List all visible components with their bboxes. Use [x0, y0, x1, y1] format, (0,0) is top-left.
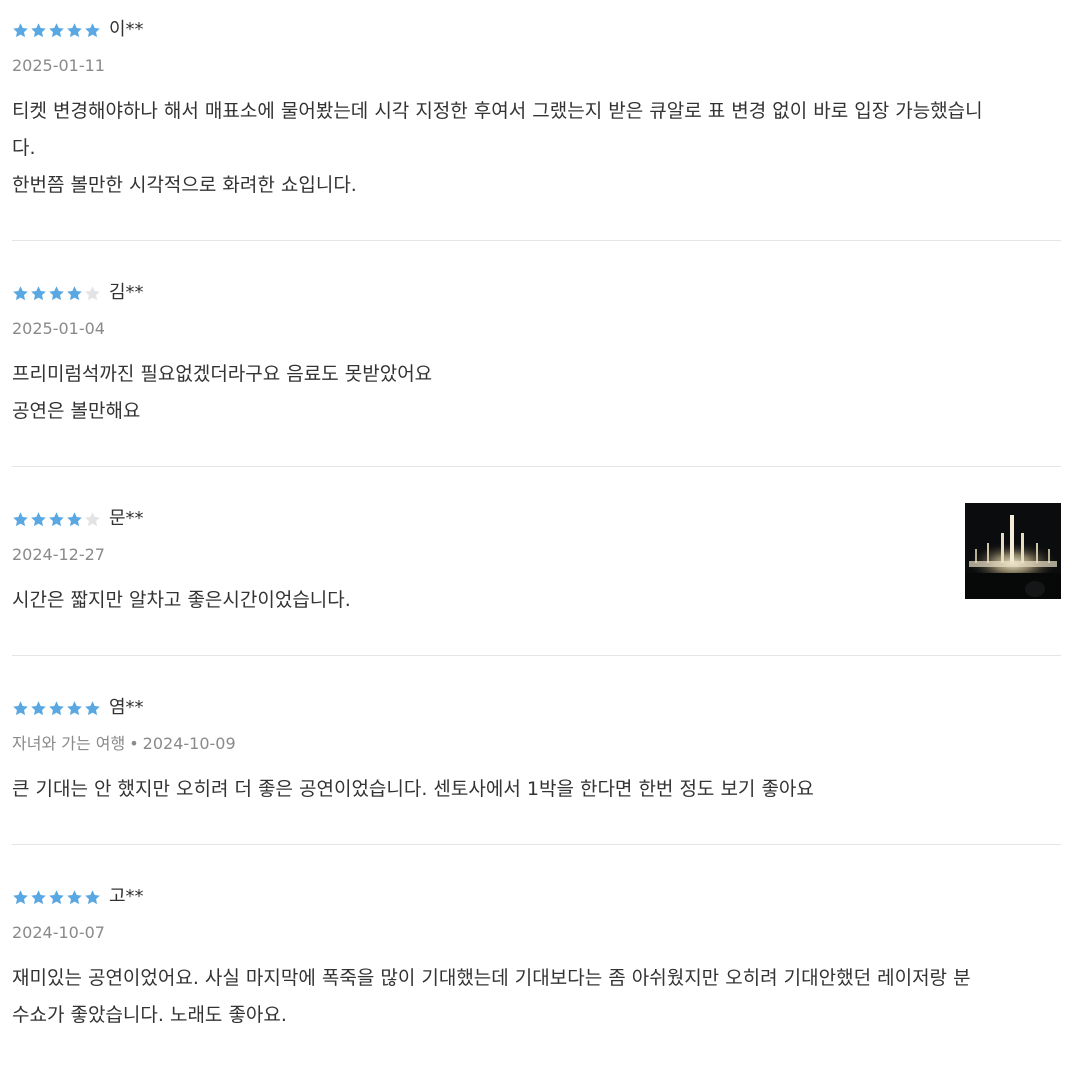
- star-rating: [12, 285, 101, 302]
- review-text-line: 수쇼가 좋았습니다. 노래도 좋아요.: [12, 1004, 287, 1026]
- review-item: 이** 2025-01-11 티켓 변경해야하나 해서 매표소에 물어봤는데 시…: [12, 0, 1061, 241]
- review-item: 고** 2024-10-07 재미있는 공연이었어요. 사실 마지막에 폭죽을 …: [12, 845, 1061, 1054]
- star-filled-icon: [13, 700, 28, 715]
- star-filled-icon: [13, 285, 28, 300]
- star-filled-icon: [85, 22, 100, 37]
- review-text-line: 다.: [12, 137, 36, 159]
- star-filled-icon: [67, 285, 82, 300]
- reviewer-name: 김**: [109, 282, 144, 303]
- star-filled-icon: [31, 700, 46, 715]
- star-filled-icon: [31, 285, 46, 300]
- star-filled-icon: [49, 700, 64, 715]
- review-item: 문** 2024-12-27 시간은 짧지만 알차고 좋은시간이었습니다.: [12, 467, 1061, 656]
- review-meta: 2025-01-11: [12, 56, 1061, 76]
- star-filled-icon: [85, 700, 100, 715]
- review-text-line: 한번쯤 볼만한 시각적으로 화려한 쇼입니다.: [12, 174, 357, 196]
- review-date: 2025-01-11: [12, 56, 105, 75]
- fountain-show-photo: [965, 503, 1061, 599]
- review-text-line: 큰 기대는 안 했지만 오히려 더 좋은 공연이었습니다. 센토사에서 1박을 …: [12, 778, 814, 800]
- star-filled-icon: [13, 22, 28, 37]
- reviewer-name: 이**: [109, 19, 144, 40]
- review-meta: 2024-12-27: [12, 545, 1061, 565]
- star-rating: [12, 889, 101, 906]
- review-date: 2024-10-07: [12, 923, 105, 942]
- review-meta: 2025-01-04: [12, 319, 1061, 339]
- star-filled-icon: [31, 22, 46, 37]
- review-text: 큰 기대는 안 했지만 오히려 더 좋은 공연이었습니다. 센토사에서 1박을 …: [12, 771, 1061, 808]
- review-header: 문**: [12, 508, 1061, 530]
- review-meta: 2024-10-07: [12, 923, 1061, 943]
- star-filled-icon: [49, 22, 64, 37]
- review-photo-thumbnail[interactable]: [965, 503, 1061, 599]
- review-item: 염** 자녀와 가는 여행 • 2024-10-09 큰 기대는 안 했지만 오히려…: [12, 656, 1061, 845]
- star-filled-icon: [49, 285, 64, 300]
- review-text: 티켓 변경해야하나 해서 매표소에 물어봤는데 시각 지정한 후여서 그랬는지 …: [12, 93, 1061, 204]
- review-header: 이**: [12, 19, 1061, 41]
- star-filled-icon: [13, 889, 28, 904]
- star-rating: [12, 22, 101, 39]
- reviewer-name: 염**: [109, 697, 144, 718]
- review-date: 2024-12-27: [12, 545, 105, 564]
- review-meta: 자녀와 가는 여행 • 2024-10-09: [12, 734, 1061, 754]
- star-filled-icon: [31, 889, 46, 904]
- star-filled-icon: [31, 511, 46, 526]
- star-filled-icon: [85, 889, 100, 904]
- review-text: 시간은 짧지만 알차고 좋은시간이었습니다.: [12, 582, 1061, 619]
- review-date: 2025-01-04: [12, 319, 105, 338]
- star-filled-icon: [49, 511, 64, 526]
- review-text-line: 티켓 변경해야하나 해서 매표소에 물어봤는데 시각 지정한 후여서 그랬는지 …: [12, 100, 983, 122]
- star-filled-icon: [67, 22, 82, 37]
- review-text-line: 시간은 짧지만 알차고 좋은시간이었습니다.: [12, 589, 351, 611]
- review-text-line: 프리미럼석까진 필요없겠더라구요 음료도 못받았어요: [12, 363, 433, 385]
- star-filled-icon: [67, 700, 82, 715]
- star-empty-icon: [85, 285, 100, 300]
- review-text: 재미있는 공연이었어요. 사실 마지막에 폭죽을 많이 기대했는데 기대보다는 …: [12, 960, 1061, 1034]
- star-filled-icon: [67, 511, 82, 526]
- reviewer-name: 고**: [109, 886, 144, 907]
- review-item: 김** 2025-01-04 프리미럼석까진 필요없겠더라구요 음료도 못받았어…: [12, 241, 1061, 467]
- star-filled-icon: [13, 511, 28, 526]
- star-empty-icon: [85, 511, 100, 526]
- star-rating: [12, 511, 101, 528]
- review-list: 이** 2025-01-11 티켓 변경해야하나 해서 매표소에 물어봤는데 시…: [12, 0, 1061, 1054]
- review-date: 2024-10-09: [142, 734, 236, 753]
- review-header: 김**: [12, 282, 1061, 304]
- reviewer-name: 문**: [109, 508, 144, 529]
- star-rating: [12, 700, 101, 717]
- review-header: 염**: [12, 697, 1061, 719]
- review-text-line: 공연은 볼만해요: [12, 400, 141, 422]
- review-text: 프리미럼석까진 필요없겠더라구요 음료도 못받았어요 공연은 볼만해요: [12, 356, 1061, 430]
- meta-separator: •: [129, 734, 139, 753]
- review-header: 고**: [12, 886, 1061, 908]
- review-text-line: 재미있는 공연이었어요. 사실 마지막에 폭죽을 많이 기대했는데 기대보다는 …: [12, 967, 971, 989]
- star-filled-icon: [67, 889, 82, 904]
- trip-type: 자녀와 가는 여행: [12, 734, 126, 753]
- star-filled-icon: [49, 889, 64, 904]
